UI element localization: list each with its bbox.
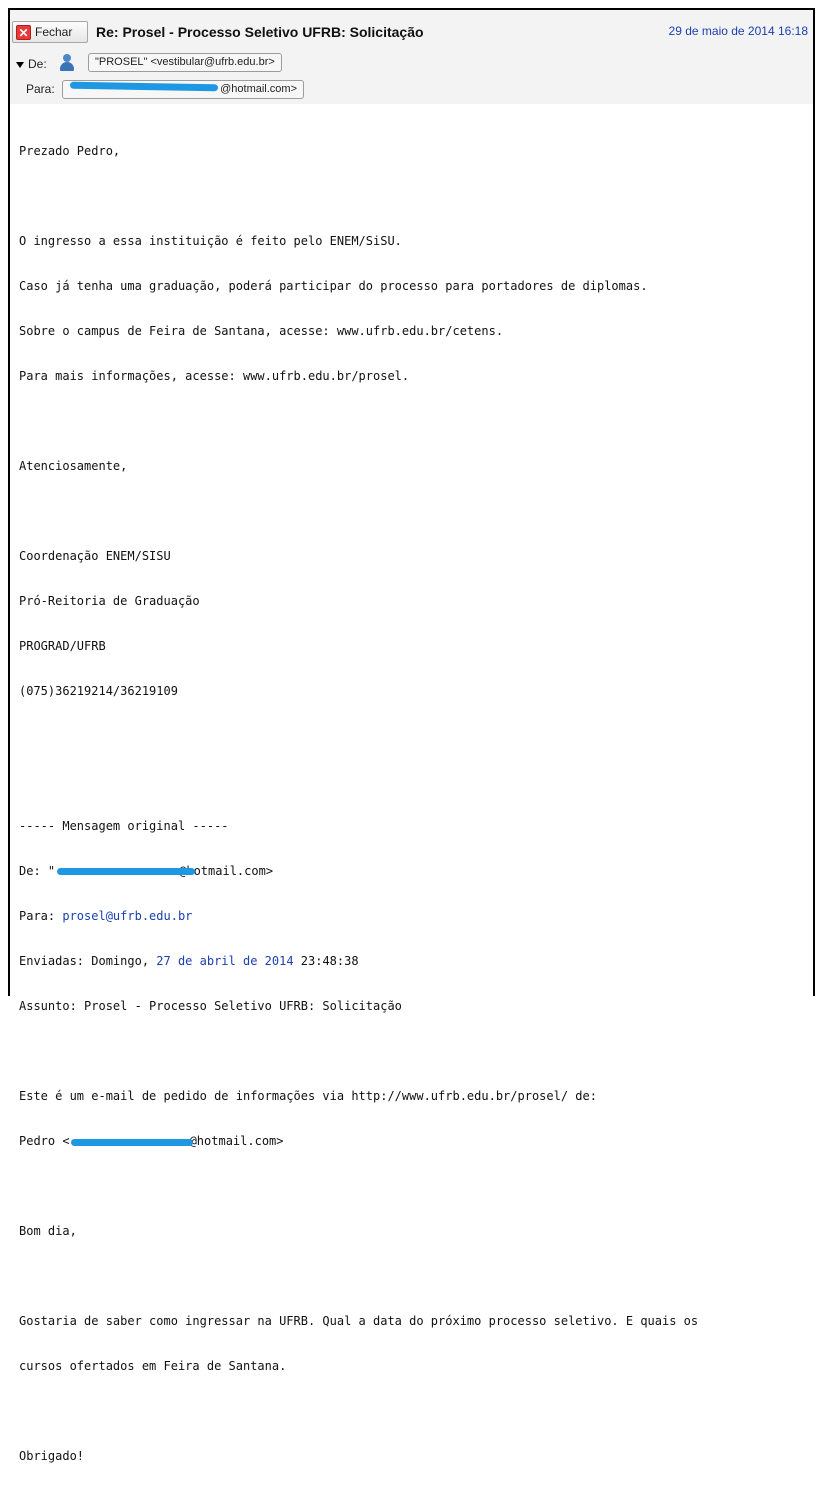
close-button[interactable]: ✕ Fechar [12,21,88,43]
original-from-line: De: " @hotmail.com> [19,864,274,878]
email-body: Prezado Pedro, O ingresso a essa institu… [19,114,809,1494]
pedro-line: Pedro < @hotmail.com> [19,1134,284,1148]
signature-line: (075)36219214/36219109 [19,684,178,698]
body-line: Para mais informações, acesse: www.ufrb.… [19,369,410,383]
redaction-mark [71,1139,193,1146]
original-subject-line: Assunto: Prosel - Processo Seletivo UFRB… [19,999,402,1013]
body-line: O ingresso a essa instituição é feito pe… [19,234,402,248]
email-subject: Re: Prosel - Processo Seletivo UFRB: Sol… [96,24,424,40]
original-separator: ----- Mensagem original ----- [19,819,229,833]
question-line: cursos ofertados em Feira de Santana. [19,1359,287,1373]
signature-line: Coordenação ENEM/SISU [19,549,171,563]
email-window: ✕ Fechar Re: Prosel - Processo Seletivo … [8,8,815,1463]
from-address-chip[interactable]: "PROSEL" <vestibular@ufrb.edu.br> [88,53,282,72]
close-button-label: Fechar [35,25,73,39]
email-header: ✕ Fechar Re: Prosel - Processo Seletivo … [10,10,813,104]
to-label: Para: [26,82,55,96]
original-to-line: Para: prosel@ufrb.edu.br [19,909,193,923]
body-line: Sobre o campus de Feira de Santana, aces… [19,324,504,338]
closing-line: Atenciosamente, [19,459,128,473]
original-sent-line: Enviadas: Domingo, 27 de abril de 2014 2… [19,954,359,968]
from-label: De: [28,57,47,71]
signature-line: Pró-Reitoria de Graduação [19,594,200,608]
email-link[interactable]: prosel@ufrb.edu.br [62,909,192,923]
thanks-line: Obrigado! [19,1449,85,1463]
question-line: Gostaria de saber como ingressar na UFRB… [19,1314,699,1328]
form-info-line: Este é um e-mail de pedido de informaçõe… [19,1089,597,1103]
hello-line: Bom dia, [19,1224,77,1238]
body-line: Caso já tenha uma graduação, poderá part… [19,279,648,293]
to-address-text: @hotmail.com> [220,83,297,95]
close-icon: ✕ [16,24,31,40]
redaction-mark [57,868,195,875]
signature-line: PROGRAD/UFRB [19,639,106,653]
email-date: 29 de maio de 2014 16:18 [668,24,808,38]
greeting-line: Prezado Pedro, [19,144,121,158]
date-link[interactable]: 27 de abril de 2014 [156,954,293,968]
expand-arrow-icon[interactable] [16,62,24,68]
person-icon [59,54,75,71]
